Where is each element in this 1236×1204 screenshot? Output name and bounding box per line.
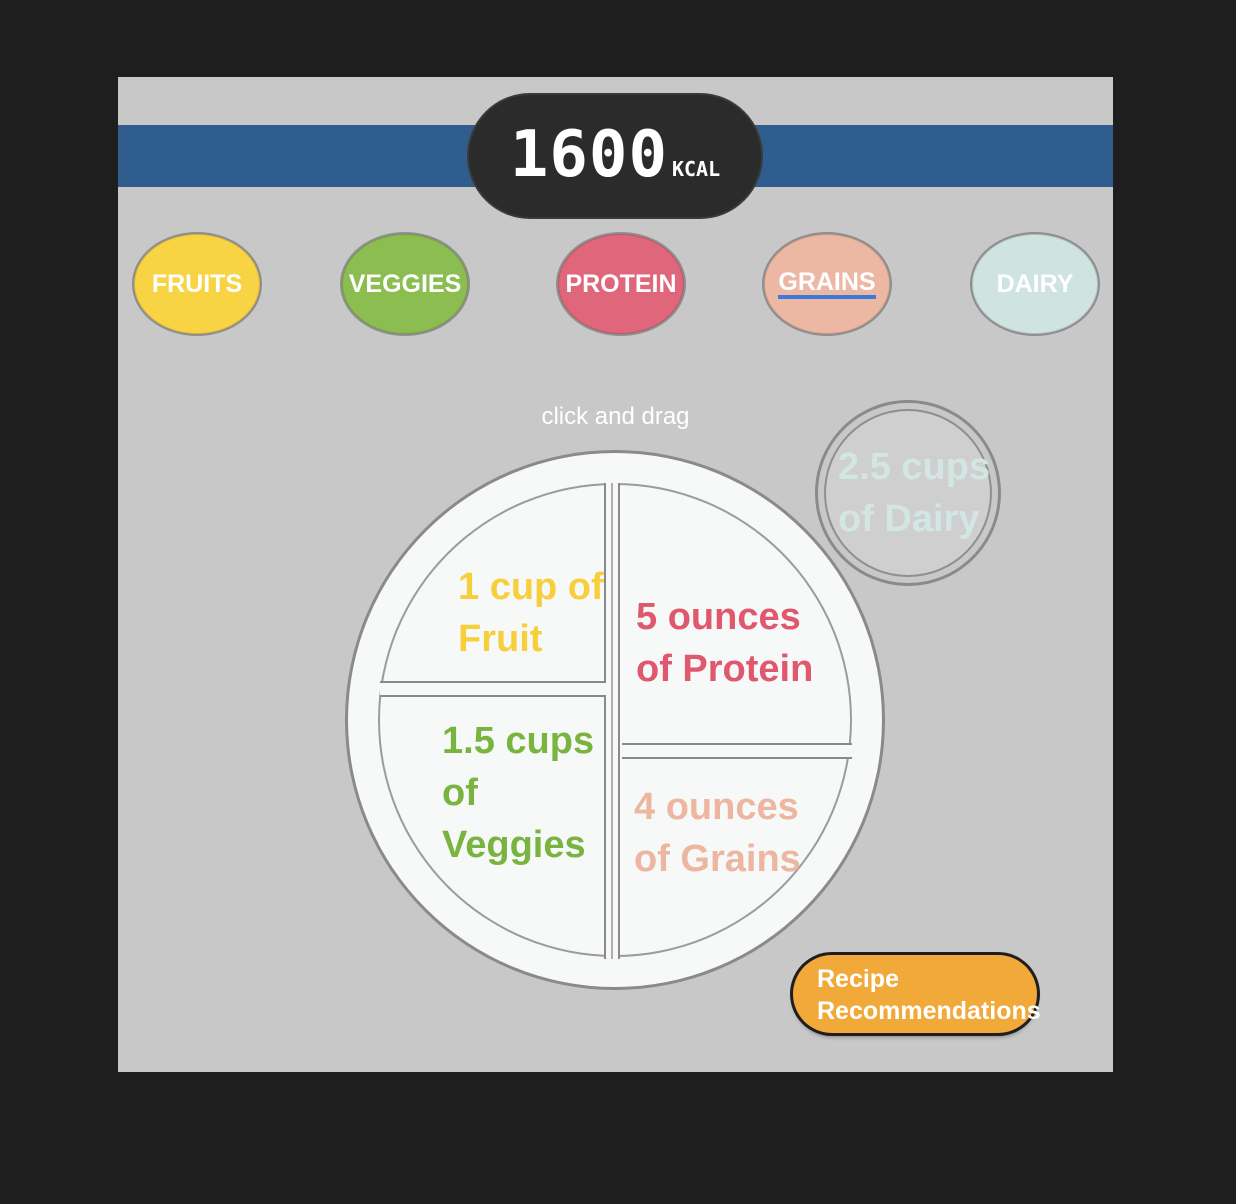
dairy-cup[interactable]: 2.5 cups of Dairy [818, 403, 998, 583]
recipe-recommendations-button[interactable]: Recipe Recommendations [793, 955, 1041, 1033]
plate[interactable]: 1 cup of Fruit 5 ounces of Protein 1.5 c… [348, 453, 882, 987]
food-group-fruits-button[interactable]: FRUITS [134, 234, 260, 334]
calorie-value: 1600 [509, 118, 668, 192]
fruit-portion-line1: 1 cup of [458, 566, 604, 608]
veggies-portion-line2: of [442, 772, 478, 814]
plate-divider-left [380, 681, 606, 697]
protein-portion[interactable]: 5 ounces of Protein [636, 591, 813, 695]
veggies-portion-line3: Veggies [442, 824, 586, 866]
meal-planner-panel: 1600 KCAL FRUITS VEGGIES PROTEIN GRAINS … [118, 77, 1113, 1072]
veggies-portion[interactable]: 1.5 cups of Veggies [442, 715, 594, 871]
veggies-portion-line1: 1.5 cups [442, 720, 595, 762]
grains-portion[interactable]: 4 ounces of Grains [634, 781, 801, 885]
food-group-dairy-button[interactable]: DAIRY [972, 234, 1098, 334]
dairy-portion-line1: 2.5 cups [838, 446, 991, 488]
food-group-label: VEGGIES [348, 269, 462, 298]
plate-divider-right [622, 743, 852, 759]
protein-portion-line2: of Protein [636, 648, 814, 690]
dairy-portion-line2: of Dairy [838, 498, 980, 540]
food-group-label: FRUITS [151, 269, 243, 298]
calorie-unit: KCAL [671, 157, 721, 181]
plate-divider-vertical [604, 483, 620, 959]
fruit-portion[interactable]: 1 cup of Fruit [458, 561, 604, 665]
recipe-button-line2: Recommendations [817, 997, 1041, 1025]
calorie-target-badge: 1600 KCAL [469, 95, 761, 217]
food-group-label: PROTEIN [565, 269, 677, 298]
food-group-label: GRAINS [778, 269, 876, 299]
food-group-label: DAIRY [996, 269, 1074, 298]
recipe-button-line1: Recipe [817, 965, 899, 993]
dairy-portion: 2.5 cups of Dairy [818, 441, 998, 545]
grains-portion-line1: 4 ounces [634, 786, 799, 828]
food-group-protein-button[interactable]: PROTEIN [558, 234, 684, 334]
food-group-grains-button[interactable]: GRAINS [764, 234, 890, 334]
protein-portion-line1: 5 ounces [636, 596, 801, 638]
food-group-veggies-button[interactable]: VEGGIES [342, 234, 468, 334]
grains-portion-line2: of Grains [634, 838, 801, 880]
fruit-portion-line2: Fruit [458, 618, 543, 660]
